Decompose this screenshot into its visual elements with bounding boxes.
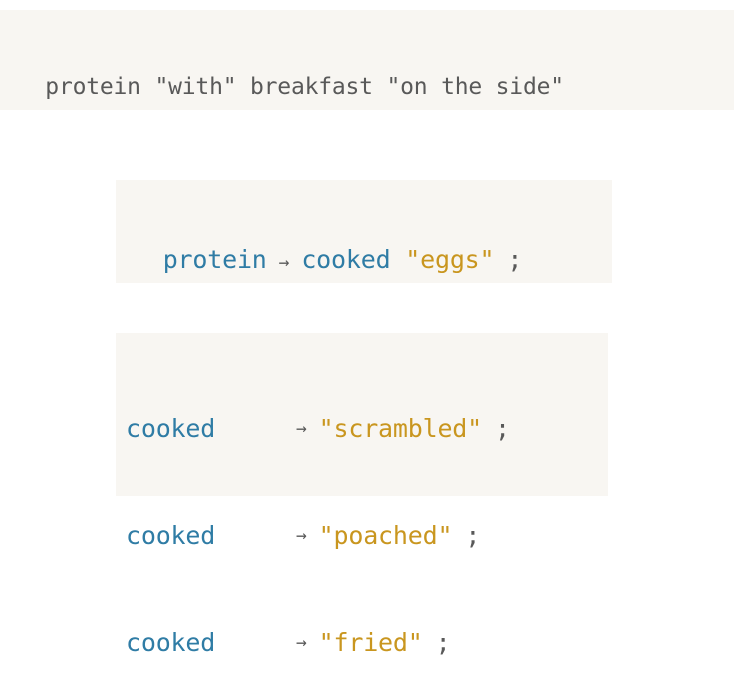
cooked-rule-end: ; [465, 521, 481, 550]
arrow-icon: → [296, 632, 307, 653]
arrow-icon: → [278, 252, 290, 273]
code-block-top-rule: protein "with" breakfast "on the side" [0, 10, 734, 110]
cooked-rule-terminal: "fried" [318, 628, 423, 657]
cooked-rule-line: cooked → "poached"; [126, 511, 608, 560]
cooked-rule-terminal: "poached" [318, 521, 453, 550]
protein-rule-end: ; [507, 245, 523, 274]
cooked-rule-lhs: cooked [126, 521, 216, 550]
arrow-icon: → [296, 418, 307, 439]
arrow-icon: → [296, 525, 307, 546]
cooked-rule-terminal: "scrambled" [318, 414, 483, 443]
top-rule-text: protein "with" breakfast "on the side" [45, 74, 564, 100]
cooked-rule-end: ; [435, 628, 451, 657]
cooked-rule-line: cooked → "scrambled"; [126, 404, 608, 453]
protein-rule-terminal: "eggs" [405, 245, 495, 274]
cooked-rule-lhs: cooked [126, 414, 216, 443]
cooked-rule-lhs: cooked [126, 628, 216, 657]
cooked-rule-line: cooked → "fried"; [126, 618, 608, 667]
code-block-cooked-rules: cooked → "scrambled"; cooked → "poached"; co… [116, 333, 608, 657]
protein-rule-nonterminal: cooked [301, 245, 391, 274]
code-block-protein-rule: protein → cooked "eggs"; [116, 180, 612, 283]
cooked-rule-end: ; [495, 414, 510, 443]
protein-rule-lhs: protein [162, 245, 267, 274]
